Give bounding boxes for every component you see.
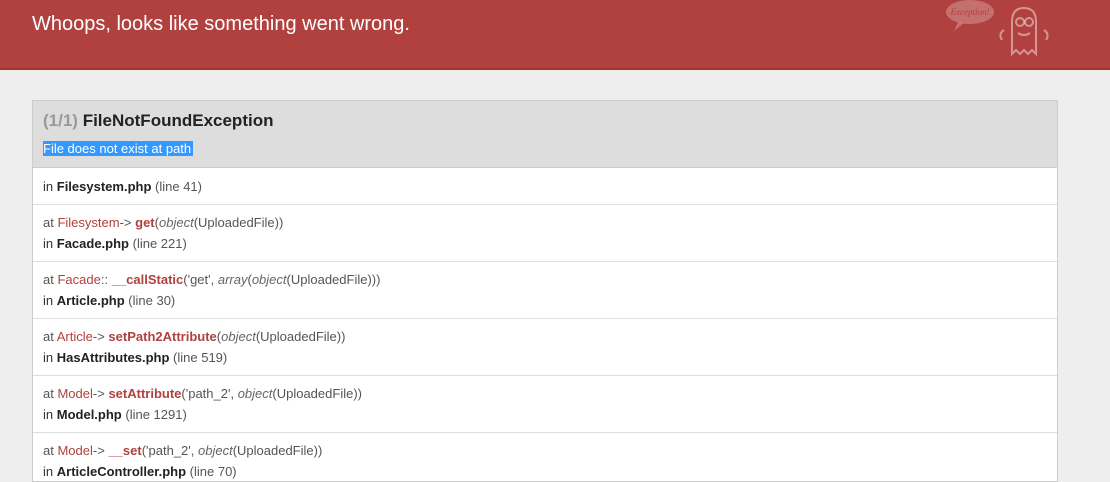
exception-name: FileNotFoundException [82, 111, 274, 130]
trace-at: at [43, 443, 54, 458]
trace-line: (line 41) [155, 179, 202, 194]
ghost-exception-logo-icon: Exception! [946, 0, 1049, 57]
trace-file: Article.php [56, 293, 125, 308]
trace-prefix: in [43, 350, 54, 365]
trace-line: (line 221) [132, 236, 187, 251]
trace-class[interactable]: Filesystem [57, 215, 119, 230]
trace-arg-type: object [237, 386, 273, 401]
exception-title: (1/1) FileNotFoundException [43, 111, 273, 131]
page-title: Whoops, looks like something went wrong. [32, 13, 410, 35]
trace-arg-type: object [221, 329, 256, 344]
trace-method[interactable]: __callStatic [112, 272, 184, 287]
trace-arg-pre: 'get', [187, 272, 218, 287]
error-header: Whoops, looks like something went wrong.… [0, 0, 1110, 70]
trace-prefix: in [43, 293, 54, 308]
trace-class[interactable]: Model [57, 386, 92, 401]
trace-row: in Filesystem.php (line 41) [33, 168, 1057, 205]
trace-prefix: in [43, 407, 54, 422]
trace-arg-type: object [251, 272, 287, 287]
trace-line: (line 519) [173, 350, 228, 365]
trace-file: ArticleController.php [56, 464, 187, 479]
exception-count: (1/1) [43, 111, 78, 130]
trace-row: at Model-> __set('path_2', object(Upload… [33, 433, 1057, 481]
trace-arg-type: object [158, 215, 194, 230]
trace-class[interactable]: Article [57, 329, 93, 344]
trace-method[interactable]: get [135, 215, 155, 230]
trace-at: at [43, 329, 54, 344]
trace-op: -> [119, 215, 132, 230]
trace-op: :: [100, 272, 109, 287]
trace-op: -> [92, 386, 105, 401]
trace-method[interactable]: setAttribute [108, 386, 181, 401]
trace-arg-value: (UploadedFile) [193, 215, 279, 230]
trace-prefix: in [43, 236, 54, 251]
trace-at: at [43, 272, 54, 287]
trace-line: (line 70) [189, 464, 237, 479]
trace-args-close: ) [278, 215, 284, 230]
trace-row: at Filesystem-> get(object(UploadedFile)… [33, 205, 1057, 262]
trace-arg-pre: 'path_2', [185, 386, 238, 401]
trace-line: (line 1291) [125, 407, 187, 422]
trace-method[interactable]: __set [108, 443, 141, 458]
exception-panel: (1/1) FileNotFoundException File does no… [32, 100, 1058, 482]
trace-arg-value: (UploadedFile)) [255, 329, 346, 344]
trace-row: at Facade:: __callStatic('get', array(ob… [33, 262, 1057, 319]
trace-prefix: in [43, 464, 54, 479]
trace-prefix: in [43, 179, 54, 194]
trace-arg-value: (UploadedFile)) [232, 443, 323, 458]
trace-at: at [43, 215, 54, 230]
trace-row: at Article-> setPath2Attribute(object(Up… [33, 319, 1057, 376]
trace-method[interactable]: setPath2Attribute [108, 329, 216, 344]
trace-file: Facade.php [56, 236, 129, 251]
trace-class[interactable]: Model [57, 443, 92, 458]
trace-row: at Model-> setAttribute('path_2', object… [33, 376, 1057, 433]
trace-arg-type: object [197, 443, 233, 458]
trace-op: -> [92, 443, 105, 458]
trace-op: -> [92, 329, 105, 344]
trace-arg-value: (UploadedFile)) [272, 386, 362, 401]
exception-header: (1/1) FileNotFoundException File does no… [33, 101, 1057, 168]
trace-arg-value: (UploadedFile))) [286, 272, 381, 287]
trace-arg-pre: 'path_2', [146, 443, 198, 458]
trace-file: HasAttributes.php [56, 350, 170, 365]
exception-message: File does not exist at path [43, 141, 194, 156]
trace-arg-type: array [217, 272, 248, 287]
trace-file: Filesystem.php [56, 179, 152, 194]
logo-text: Exception! [950, 7, 990, 17]
trace-file: Model.php [56, 407, 122, 422]
trace-at: at [43, 386, 54, 401]
stack-trace: in Filesystem.php (line 41) at Filesyste… [33, 168, 1057, 481]
trace-line: (line 30) [128, 293, 176, 308]
trace-class[interactable]: Facade [57, 272, 100, 287]
